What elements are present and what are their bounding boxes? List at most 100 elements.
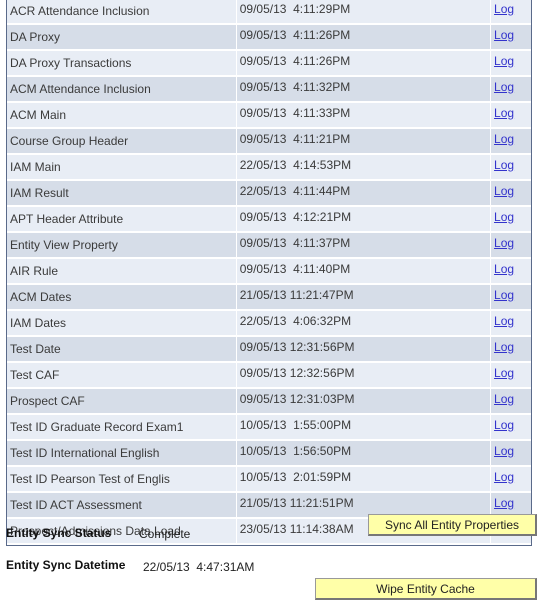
log-cell: Log <box>491 181 531 207</box>
sync-datetime: 22/05/13 4:14:53PM <box>236 155 492 181</box>
log-cell: Log <box>491 441 531 467</box>
table-row: Test ID Pearson Test of Englis 10/05/13 2… <box>7 467 531 493</box>
sync-datetime: 09/05/13 12:31:03PM <box>236 389 492 415</box>
table-row: AIR Rule 09/05/13 4:11:40PM Log <box>7 259 531 285</box>
log-link[interactable]: Log <box>494 132 514 146</box>
log-link[interactable]: Log <box>494 210 514 224</box>
log-link[interactable]: Log <box>494 444 514 458</box>
table-row: Test ID Graduate Record Exam1 10/05/13 1:… <box>7 415 531 441</box>
log-cell: Log <box>491 103 531 129</box>
log-link[interactable]: Log <box>494 184 514 198</box>
entity-sync-status-value: Complete <box>139 527 191 541</box>
entity-name: Test CAF <box>7 363 237 389</box>
log-link[interactable]: Log <box>494 106 514 120</box>
table-row: ACM Attendance Inclusion 09/05/13 4:11:32… <box>7 77 531 103</box>
sync-datetime: 09/05/13 4:11:33PM <box>236 103 492 129</box>
log-link[interactable]: Log <box>494 470 514 484</box>
sync-datetime: 09/05/13 4:11:37PM <box>236 233 492 259</box>
log-cell: Log <box>491 259 531 285</box>
log-cell: Log <box>491 207 531 233</box>
log-cell: Log <box>491 467 531 493</box>
sync-datetime: 09/05/13 12:31:56PM <box>236 337 492 363</box>
sync-datetime: 22/05/13 4:11:44PM <box>236 181 492 207</box>
table-row: DA Proxy Transactions 09/05/13 4:11:26PM L… <box>7 51 531 77</box>
sync-datetime: 09/05/13 12:32:56PM <box>236 363 492 389</box>
log-cell: Log <box>491 0 531 25</box>
entity-sync-datetime-value: 22/05/13 4:47:31AM <box>143 560 255 574</box>
sync-datetime: 10/05/13 1:56:50PM <box>236 441 492 467</box>
log-cell: Log <box>491 363 531 389</box>
entity-name: IAM Result <box>7 181 237 207</box>
sync-datetime: 09/05/13 4:11:32PM <box>236 77 492 103</box>
log-link[interactable]: Log <box>494 314 514 328</box>
entity-name: IAM Main <box>7 155 237 181</box>
entity-name: DA Proxy <box>7 25 237 51</box>
entity-name: ACM Main <box>7 103 237 129</box>
entity-name: Test ID Graduate Record Exam1 <box>7 415 237 441</box>
table-row: IAM Dates 22/05/13 4:06:32PM Log <box>7 311 531 337</box>
table-row: ACM Dates 21/05/13 11:21:47PM Log <box>7 285 531 311</box>
entity-name: ACM Attendance Inclusion <box>7 77 237 103</box>
entity-sync-status-label: Entity Sync Status <box>6 526 112 540</box>
log-cell: Log <box>491 129 531 155</box>
table-row: ACR Attendance Inclusion 09/05/13 4:11:29… <box>7 0 531 25</box>
log-link[interactable]: Log <box>494 392 514 406</box>
log-cell: Log <box>491 51 531 77</box>
wipe-entity-cache-button[interactable]: Wipe Entity Cache <box>315 578 537 600</box>
sync-datetime: 10/05/13 2:01:59PM <box>236 467 492 493</box>
log-link[interactable]: Log <box>494 158 514 172</box>
sync-datetime: 10/05/13 1:55:00PM <box>236 415 492 441</box>
sync-datetime: 09/05/13 4:11:26PM <box>236 25 492 51</box>
entity-name: IAM Dates <box>7 311 237 337</box>
sync-datetime: 09/05/13 4:12:21PM <box>236 207 492 233</box>
sync-all-entity-properties-button[interactable]: Sync All Entity Properties <box>368 514 537 536</box>
log-link[interactable]: Log <box>494 262 514 276</box>
entity-name: DA Proxy Transactions <box>7 51 237 77</box>
table-row: IAM Main 22/05/13 4:14:53PM Log <box>7 155 531 181</box>
log-cell: Log <box>491 25 531 51</box>
log-link[interactable]: Log <box>494 28 514 42</box>
table-row: Test Date 09/05/13 12:31:56PM Log <box>7 337 531 363</box>
entity-name: Test ID ACT Assessment <box>7 493 237 519</box>
log-cell: Log <box>491 337 531 363</box>
entity-name: Course Group Header <box>7 129 237 155</box>
table-row: ACM Main 09/05/13 4:11:33PM Log <box>7 103 531 129</box>
log-link[interactable]: Log <box>494 2 514 16</box>
log-link[interactable]: Log <box>494 340 514 354</box>
table-row: APT Header Attribute 09/05/13 4:12:21PM Lo… <box>7 207 531 233</box>
log-link[interactable]: Log <box>494 54 514 68</box>
log-link[interactable]: Log <box>494 80 514 94</box>
log-cell: Log <box>491 415 531 441</box>
sync-datetime: 22/05/13 4:06:32PM <box>236 311 492 337</box>
table-row: Entity View Property 09/05/13 4:11:37PM Lo… <box>7 233 531 259</box>
entity-name: ACR Attendance Inclusion <box>7 0 237 25</box>
log-link[interactable]: Log <box>494 418 514 432</box>
sync-datetime: 09/05/13 4:11:40PM <box>236 259 492 285</box>
log-cell: Log <box>491 77 531 103</box>
entity-name: AIR Rule <box>7 259 237 285</box>
sync-datetime: 09/05/13 4:11:29PM <box>236 0 492 25</box>
sync-datetime: 09/05/13 4:11:26PM <box>236 51 492 77</box>
log-cell: Log <box>491 389 531 415</box>
entity-sync-table: ACR Attendance Inclusion 09/05/13 4:11:29… <box>6 0 532 546</box>
entity-name: Prospect CAF <box>7 389 237 415</box>
log-link[interactable]: Log <box>494 236 514 250</box>
log-cell: Log <box>491 155 531 181</box>
log-link[interactable]: Log <box>494 288 514 302</box>
entity-name: ACM Dates <box>7 285 237 311</box>
log-cell: Log <box>491 311 531 337</box>
sync-datetime: 21/05/13 11:21:47PM <box>236 285 492 311</box>
entity-name: Test ID International English <box>7 441 237 467</box>
entity-sync-datetime-label: Entity Sync Datetime <box>6 558 126 572</box>
table-row: IAM Result 22/05/13 4:11:44PM Log <box>7 181 531 207</box>
entity-name: Test ID Pearson Test of Englis <box>7 467 237 493</box>
entity-name: Test Date <box>7 337 237 363</box>
log-link[interactable]: Log <box>494 496 514 510</box>
table-row: Test CAF 09/05/13 12:32:56PM Log <box>7 363 531 389</box>
sync-datetime: 09/05/13 4:11:21PM <box>236 129 492 155</box>
log-link[interactable]: Log <box>494 366 514 380</box>
table-row: Prospect CAF 09/05/13 12:31:03PM Log <box>7 389 531 415</box>
log-cell: Log <box>491 285 531 311</box>
entity-name: Entity View Property <box>7 233 237 259</box>
entity-name: APT Header Attribute <box>7 207 237 233</box>
